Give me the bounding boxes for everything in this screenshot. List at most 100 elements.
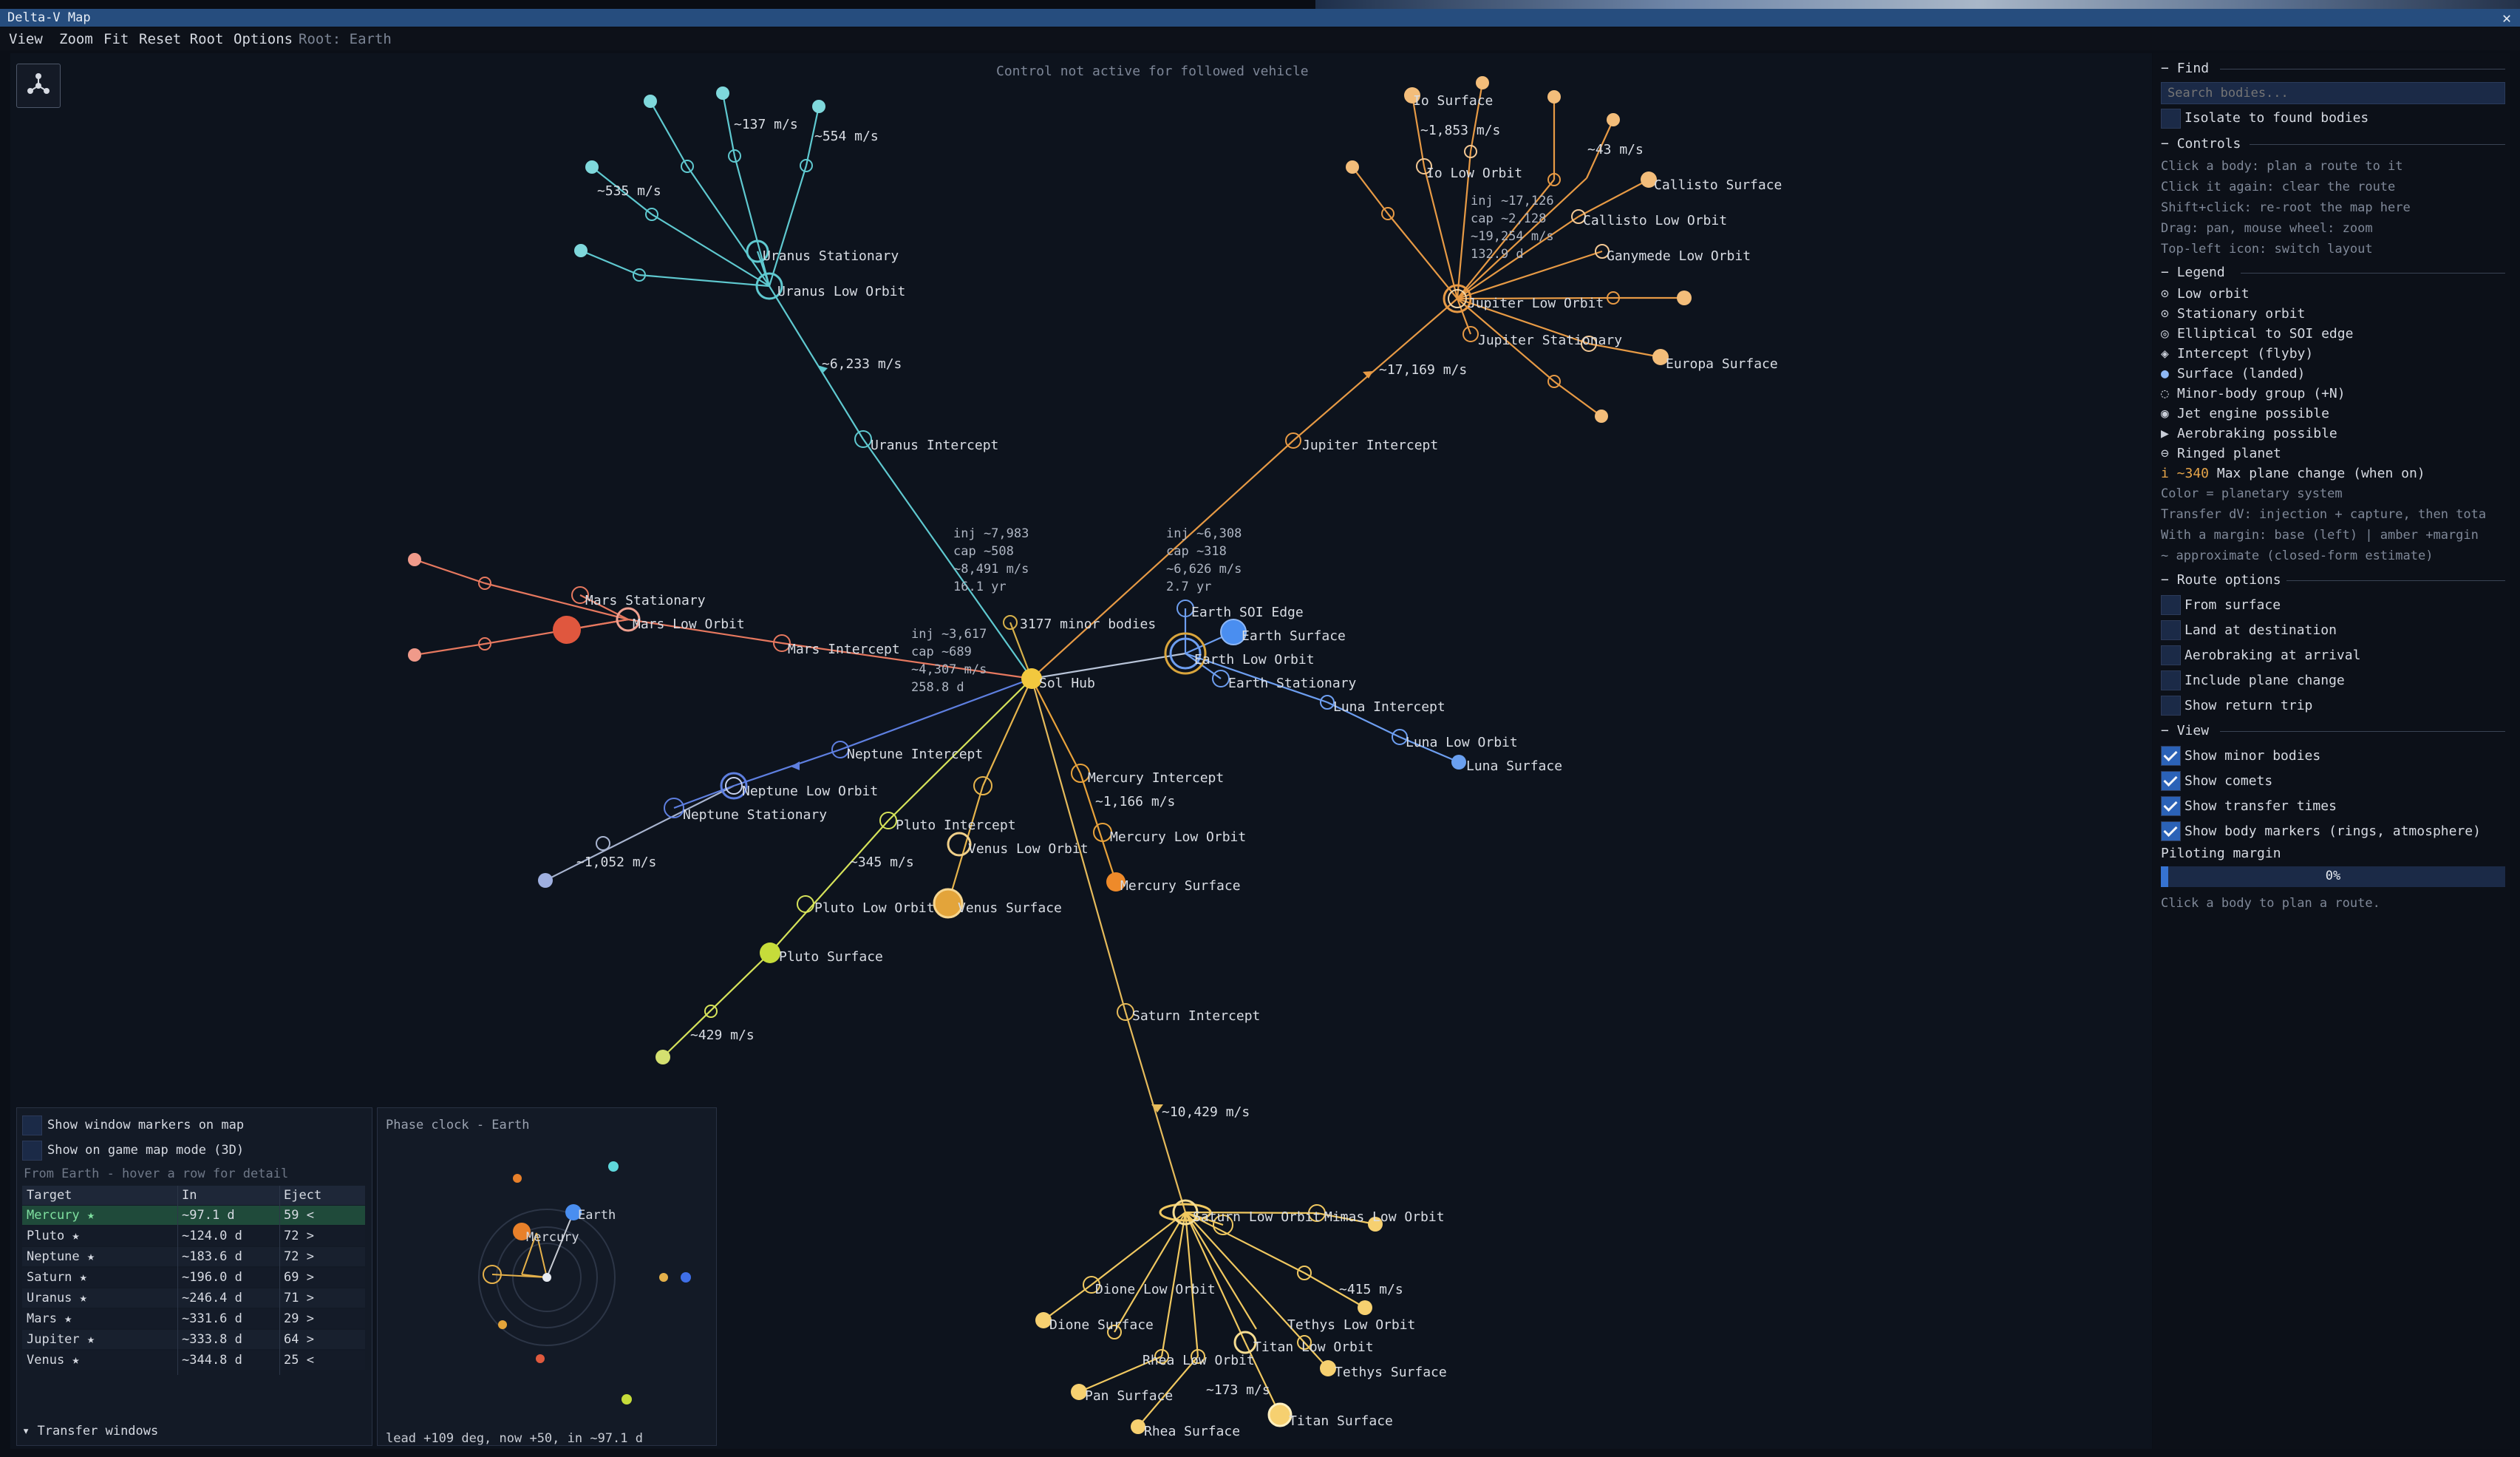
label-saturn-low-orbit[interactable]: Saturn Low Orbit: [1193, 1209, 1321, 1225]
label-rhea-surface[interactable]: Rhea Surface: [1144, 1424, 1240, 1439]
row-in: ~97.1 d: [182, 1208, 235, 1223]
label-rhea-low-orbit[interactable]: Rhea Low Orbit: [1142, 1353, 1255, 1368]
piloting-margin-slider[interactable]: 0%: [2161, 866, 2505, 887]
label-uranus-stationary[interactable]: Uranus Stationary: [763, 248, 899, 264]
plane-change-icon: i ~340: [2161, 466, 2210, 481]
controls-line: Drag: pan, mouse wheel: zoom: [2161, 221, 2373, 236]
view-section-header[interactable]: − View: [2161, 723, 2505, 738]
label-callisto-low-orbit[interactable]: Callisto Low Orbit: [1583, 213, 1727, 228]
label-luna-surface[interactable]: Luna Surface: [1466, 758, 1562, 774]
dv-43: ~43 m/s: [1587, 142, 1644, 157]
label-saturn-intercept[interactable]: Saturn Intercept: [1132, 1008, 1260, 1024]
label-mars-low-orbit[interactable]: Mars Low Orbit: [633, 617, 745, 632]
label-earth-soi-edge[interactable]: Earth SOI Edge: [1191, 605, 1304, 620]
legend-note: Color = planetary system: [2161, 486, 2343, 501]
label-earth-low-orbit[interactable]: Earth Low Orbit: [1194, 652, 1315, 668]
row-eject: 25 <: [284, 1353, 314, 1368]
label-ganymede-low-orbit[interactable]: Ganymede Low Orbit: [1607, 248, 1751, 264]
label-callisto-surface[interactable]: Callisto Surface: [1654, 177, 1782, 193]
isolate-checkbox[interactable]: [2161, 109, 2181, 129]
label-dione-low-orbit[interactable]: Dione Low Orbit: [1095, 1282, 1216, 1297]
show-comets-checkbox[interactable]: [2161, 771, 2181, 791]
label-luna-low-orbit[interactable]: Luna Low Orbit: [1406, 735, 1518, 750]
label-mercury-intercept[interactable]: Mercury Intercept: [1088, 770, 1224, 786]
row-target: Venus ★: [27, 1353, 80, 1368]
label-mercury-surface[interactable]: Mercury Surface: [1120, 878, 1241, 894]
col-in: In: [182, 1188, 197, 1203]
find-section-header[interactable]: − Find: [2161, 61, 2505, 76]
view-title: View: [2176, 723, 2210, 738]
label-pan-surface[interactable]: Pan Surface: [1085, 1388, 1173, 1404]
label-earth-surface[interactable]: Earth Surface: [1242, 628, 1346, 644]
label-jupiter-stationary[interactable]: Jupiter Stationary: [1478, 333, 1622, 348]
layout-toggle-icon[interactable]: [16, 64, 61, 108]
row-target: Saturn ★: [27, 1270, 87, 1285]
label-tethys-surface[interactable]: Tethys Surface: [1335, 1365, 1447, 1380]
game-map-checkbox[interactable]: [22, 1141, 42, 1161]
phase-clock-diagram[interactable]: [377, 1107, 715, 1444]
aerobraking-checkbox[interactable]: [2161, 645, 2181, 665]
row-in: ~246.4 d: [182, 1291, 242, 1305]
label-io-low-orbit[interactable]: Io Low Orbit: [1426, 166, 1522, 181]
label-io-surface[interactable]: Io Surface: [1413, 93, 1493, 109]
low-orbit-icon: ⊙: [2161, 286, 2169, 302]
search-input[interactable]: [2161, 82, 2505, 104]
legend-note: Transfer dV: injection + capture, then t…: [2161, 507, 2487, 522]
label-venus-low-orbit[interactable]: Venus Low Orbit: [968, 841, 1089, 857]
from-surface-checkbox[interactable]: [2161, 595, 2181, 615]
show-comets-label: Show comets: [2184, 773, 2273, 789]
label-titan-low-orbit[interactable]: Titan Low Orbit: [1253, 1339, 1374, 1355]
legend-section-header[interactable]: − Legend: [2161, 265, 2505, 280]
label-titan-surface[interactable]: Titan Surface: [1289, 1413, 1393, 1429]
row-target: Neptune ★: [27, 1249, 95, 1264]
dv-6233: ~6,233 m/s: [822, 356, 902, 372]
return-trip-checkbox[interactable]: [2161, 696, 2181, 716]
label-luna-intercept[interactable]: Luna Intercept: [1333, 699, 1445, 715]
dv-10429: ~10,429 m/s: [1162, 1104, 1250, 1120]
land-at-destination-label: Land at destination: [2184, 622, 2337, 638]
label-mimas-low-orbit[interactable]: Mimas Low Orbit: [1324, 1209, 1445, 1225]
row-in: ~196.0 d: [182, 1270, 242, 1285]
label-dione-surface[interactable]: Dione Surface: [1049, 1317, 1154, 1333]
controls-line: Click a body: plan a route to it: [2161, 159, 2403, 174]
col-target: Target: [27, 1188, 72, 1203]
plane-change-label: Include plane change: [2184, 673, 2345, 688]
label-uranus-low-orbit[interactable]: Uranus Low Orbit: [777, 284, 905, 299]
route-options-title: Route options: [2176, 572, 2281, 588]
label-venus-surface[interactable]: Venus Surface: [958, 900, 1062, 916]
label-earth-stationary[interactable]: Earth Stationary: [1228, 676, 1356, 691]
controls-line: Top-left icon: switch layout: [2161, 242, 2373, 257]
label-mars-stationary[interactable]: Mars Stationary: [585, 593, 706, 608]
label-pluto-intercept[interactable]: Pluto Intercept: [896, 818, 1016, 833]
route-options-section-header[interactable]: − Route options: [2161, 572, 2505, 588]
label-jupiter-intercept[interactable]: Jupiter Intercept: [1302, 438, 1438, 453]
label-neptune-stationary[interactable]: Neptune Stationary: [683, 807, 827, 823]
legend-plane-change: i ~340 Max plane change (when on): [2161, 466, 2425, 481]
label-neptune-intercept[interactable]: Neptune Intercept: [847, 747, 983, 762]
label-neptune-low-orbit[interactable]: Neptune Low Orbit: [742, 784, 878, 799]
aerobraking-label: Aerobraking at arrival: [2184, 648, 2361, 663]
label-minor-bodies[interactable]: 3177 minor bodies: [1020, 617, 1156, 632]
label-mercury-low-orbit[interactable]: Mercury Low Orbit: [1110, 829, 1246, 845]
jet-engine-icon: ◉: [2161, 406, 2169, 421]
isolate-label: Isolate to found bodies: [2184, 110, 2369, 126]
label-uranus-intercept[interactable]: Uranus Intercept: [871, 438, 998, 453]
window-markers-checkbox[interactable]: [22, 1115, 42, 1135]
transfer-windows-toggle[interactable]: ▾ Transfer windows: [22, 1424, 158, 1439]
label-jupiter-low-orbit[interactable]: Jupiter Low Orbit: [1468, 296, 1604, 311]
label-tethys-low-orbit[interactable]: Tethys Low Orbit: [1287, 1317, 1415, 1333]
transfer-subtitle: From Earth - hover a row for detail: [24, 1166, 289, 1181]
show-minor-bodies-checkbox[interactable]: [2161, 746, 2181, 766]
legend-surface: ● Surface (landed): [2161, 366, 2306, 381]
land-at-destination-checkbox[interactable]: [2161, 620, 2181, 640]
label-europa-surface[interactable]: Europa Surface: [1666, 356, 1778, 372]
show-transfer-times-checkbox[interactable]: [2161, 796, 2181, 816]
label-sol-hub[interactable]: Sol Hub: [1039, 676, 1095, 691]
show-body-markers-checkbox[interactable]: [2161, 821, 2181, 841]
row-target: Pluto ★: [27, 1229, 80, 1243]
controls-section-header[interactable]: − Controls: [2161, 136, 2505, 152]
label-pluto-surface[interactable]: Pluto Surface: [779, 949, 883, 965]
plane-change-checkbox[interactable]: [2161, 670, 2181, 690]
label-pluto-low-orbit[interactable]: Pluto Low Orbit: [814, 900, 935, 916]
label-mars-intercept[interactable]: Mars Intercept: [788, 642, 900, 657]
